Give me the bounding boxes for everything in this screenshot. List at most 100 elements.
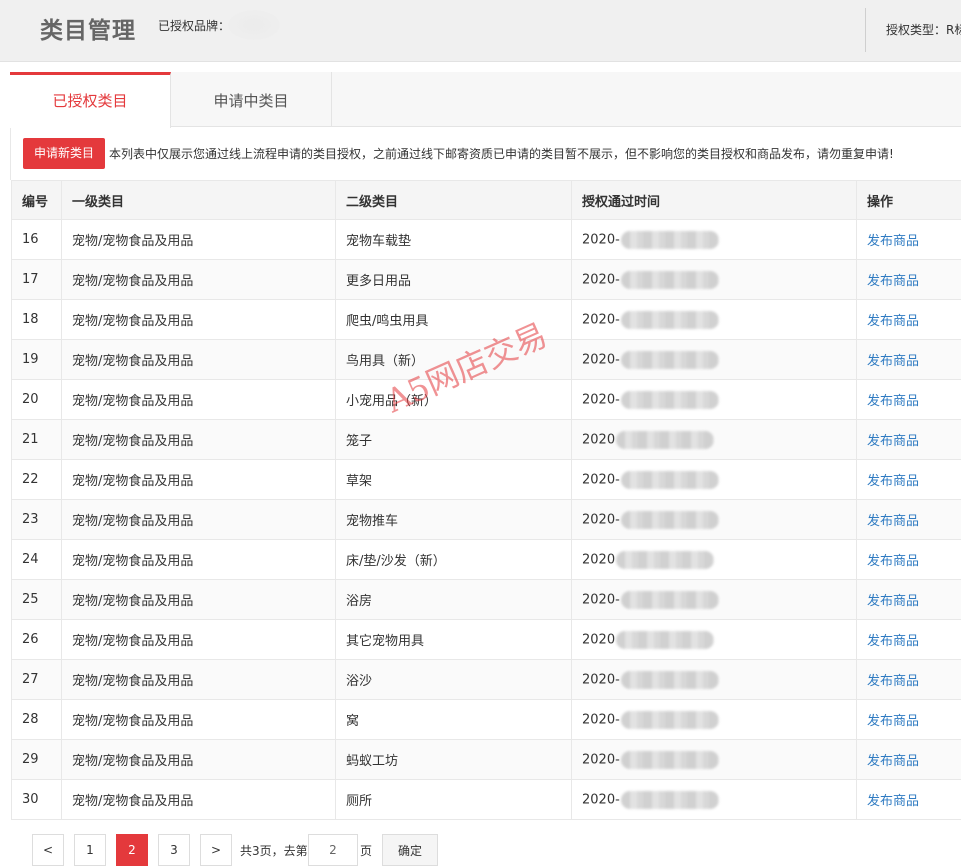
redacted-date (620, 790, 719, 809)
cell-action: 发布商品 (856, 499, 961, 540)
cell-approved-time: 2020- (571, 699, 857, 740)
cell-level1-text: 宠物/宠物食品及用品 (72, 394, 194, 409)
page-2-button[interactable]: 2 (116, 834, 148, 866)
publish-product-link[interactable]: 发布商品 (867, 714, 919, 729)
jump-page-input[interactable] (308, 834, 358, 866)
cell-level2-text: 浴沙 (346, 674, 373, 689)
redacted-date (620, 590, 719, 609)
table-body: 16 宠物/宠物食品及用品 宠物车载垫 2020- 发布商品 17 宠物/宠物食品及用品 更多… (11, 219, 961, 820)
cell-id: 16 (11, 219, 62, 260)
cell-id: 25 (11, 579, 62, 620)
cell-id: 30 (11, 779, 62, 820)
column-header-level1: 一级类目 (61, 180, 336, 220)
page-3-button[interactable]: 3 (158, 834, 190, 866)
cell-approved-time: 2020- (571, 779, 857, 820)
table-row: 30 宠物/宠物食品及用品 厕所 2020- 发布商品 (11, 779, 961, 820)
redacted-date (620, 270, 719, 289)
cell-action: 发布商品 (856, 659, 961, 700)
cell-level1: 宠物/宠物食品及用品 (61, 219, 336, 260)
column-header-actions: 操作 (856, 180, 961, 220)
tab-pending-categories[interactable]: 申请中类目 (171, 72, 332, 127)
cell-level2-text: 其它宠物用具 (346, 634, 425, 649)
cell-action: 发布商品 (856, 219, 961, 260)
cell-level2-text: 笼子 (346, 434, 373, 449)
cell-level2-text: 鸟用具（新） (346, 354, 425, 369)
cell-level2: 小宠用品（新） (335, 379, 572, 420)
cell-approved-time-text: 2020 (582, 432, 616, 447)
cell-level2-text: 宠物推车 (346, 514, 399, 529)
cell-level1: 宠物/宠物食品及用品 (61, 379, 336, 420)
cell-id-text: 24 (22, 552, 39, 567)
redacted-date (620, 710, 719, 729)
cell-approved-time: 2020- (571, 299, 857, 340)
cell-approved-time-text: 2020 (582, 552, 616, 567)
total-pages-text: 共3页，去第 (240, 844, 308, 858)
publish-product-link[interactable]: 发布商品 (867, 234, 919, 249)
cell-action: 发布商品 (856, 299, 961, 340)
publish-product-link[interactable]: 发布商品 (867, 634, 919, 649)
publish-product-link[interactable]: 发布商品 (867, 554, 919, 569)
cell-level2: 草架 (335, 459, 572, 500)
table-row: 28 宠物/宠物食品及用品 窝 2020- 发布商品 (11, 699, 961, 740)
cell-id: 19 (11, 339, 62, 380)
cell-approved-time: 2020- (571, 219, 857, 260)
cell-action: 发布商品 (856, 419, 961, 460)
tab-authorized-categories[interactable]: 已授权类目 (10, 72, 171, 128)
cell-level2: 宠物车载垫 (335, 219, 572, 260)
cell-approved-time-text: 2020- (582, 592, 620, 607)
cell-level2: 蚂蚁工坊 (335, 739, 572, 780)
publish-product-link[interactable]: 发布商品 (867, 314, 919, 329)
cell-approved-time: 2020- (571, 259, 857, 300)
publish-product-link[interactable]: 发布商品 (867, 514, 919, 529)
cell-approved-time-text: 2020- (582, 272, 620, 287)
notice-text: 本列表中仅展示您通过线上流程申请的类目授权，之前通过线下邮寄资质已申请的类目暂不… (109, 147, 894, 161)
publish-product-link[interactable]: 发布商品 (867, 354, 919, 369)
redacted-date (620, 750, 719, 769)
table-row: 17 宠物/宠物食品及用品 更多日用品 2020- 发布商品 (11, 259, 961, 300)
cell-id: 23 (11, 499, 62, 540)
publish-product-link[interactable]: 发布商品 (867, 394, 919, 409)
cell-level1-text: 宠物/宠物食品及用品 (72, 514, 194, 529)
publish-product-link[interactable]: 发布商品 (867, 274, 919, 289)
cell-approved-time-text: 2020- (582, 392, 620, 407)
next-page-button[interactable]: > (200, 834, 232, 866)
table-row: 26 宠物/宠物食品及用品 其它宠物用具 2020 发布商品 (11, 619, 961, 660)
cell-id-text: 25 (22, 592, 39, 607)
redacted-date (620, 310, 719, 329)
cell-action: 发布商品 (856, 259, 961, 300)
cell-level1-text: 宠物/宠物食品及用品 (72, 794, 194, 809)
cell-level1: 宠物/宠物食品及用品 (61, 659, 336, 700)
cell-level2: 窝 (335, 699, 572, 740)
cell-level2-text: 蚂蚁工坊 (346, 754, 399, 769)
cell-level1-text: 宠物/宠物食品及用品 (72, 714, 194, 729)
page-1-button[interactable]: 1 (74, 834, 106, 866)
publish-product-link[interactable]: 发布商品 (867, 474, 919, 489)
cell-action: 发布商品 (856, 579, 961, 620)
redacted-date (620, 670, 719, 689)
redacted-date (620, 510, 719, 529)
cell-id: 17 (11, 259, 62, 300)
cell-id: 21 (11, 419, 62, 460)
cell-action: 发布商品 (856, 379, 961, 420)
publish-product-link[interactable]: 发布商品 (867, 674, 919, 689)
publish-product-link[interactable]: 发布商品 (867, 794, 919, 809)
cell-approved-time: 2020- (571, 379, 857, 420)
jump-confirm-button[interactable]: 确定 (382, 834, 438, 866)
publish-product-link[interactable]: 发布商品 (867, 754, 919, 769)
apply-new-category-button[interactable]: 申请新类目 (23, 138, 105, 169)
cell-level2: 浴房 (335, 579, 572, 620)
redacted-date (616, 430, 715, 449)
cell-action: 发布商品 (856, 739, 961, 780)
cell-level2: 其它宠物用具 (335, 619, 572, 660)
authorized-brand-label: 已授权品牌： (158, 19, 231, 33)
cell-action: 发布商品 (856, 699, 961, 740)
cell-level2: 浴沙 (335, 659, 572, 700)
prev-page-button[interactable]: < (32, 834, 64, 866)
publish-product-link[interactable]: 发布商品 (867, 434, 919, 449)
notice-bar: 申请新类目 本列表中仅展示您通过线上流程申请的类目授权，之前通过线下邮寄资质已申… (10, 128, 961, 180)
cell-level1-text: 宠物/宠物食品及用品 (72, 674, 194, 689)
cell-approved-time: 2020 (571, 539, 857, 580)
publish-product-link[interactable]: 发布商品 (867, 594, 919, 609)
cell-id: 28 (11, 699, 62, 740)
cell-approved-time-text: 2020- (582, 712, 620, 727)
